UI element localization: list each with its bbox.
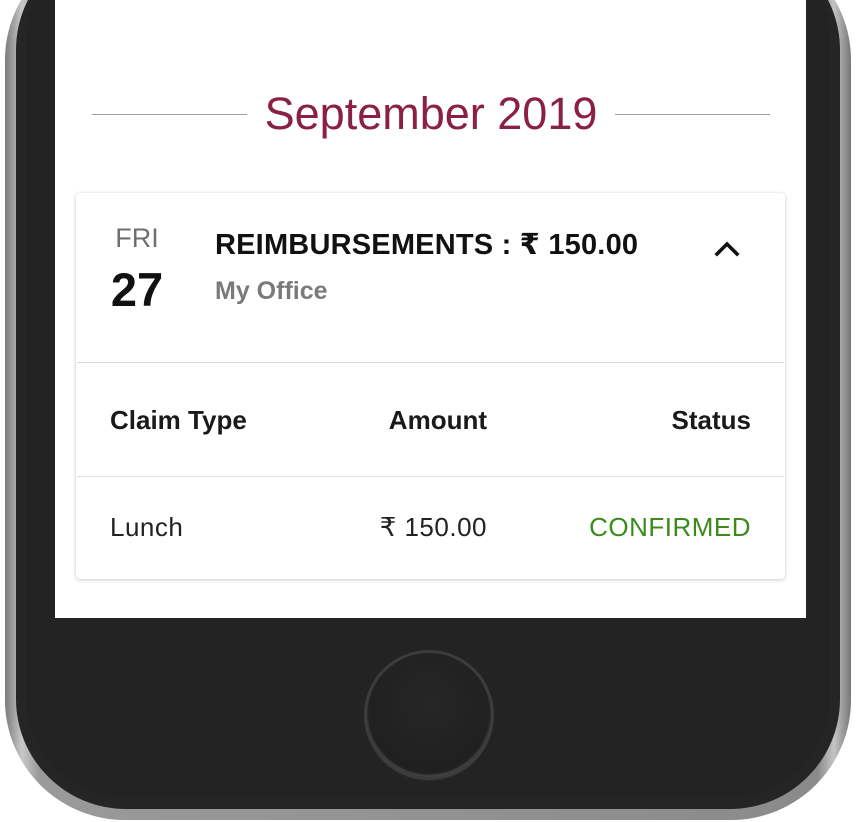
month-divider-right — [615, 113, 771, 115]
date-block: FRI 27 — [102, 223, 172, 316]
home-button[interactable] — [364, 650, 494, 780]
reimbursement-card[interactable]: FRI 27 REIMBURSEMENTS : ₹ 150.00 My Offi… — [76, 193, 785, 579]
card-title: REIMBURSEMENTS : ₹ 150.00 — [215, 229, 639, 261]
day-number: 27 — [110, 263, 164, 316]
column-header-status: Status — [671, 405, 751, 435]
table-row[interactable]: Lunch ₹ 150.00 CONFIRMED — [77, 477, 784, 580]
column-header-claim-type: Claim Type — [110, 405, 247, 435]
month-title: September 2019 — [264, 88, 598, 139]
chevron-up-icon[interactable] — [714, 235, 740, 261]
amount-cell: ₹ 150.00 — [379, 512, 487, 542]
card-location: My Office — [215, 277, 328, 305]
table-header-row: Claim Type Amount Status — [77, 363, 784, 477]
app-screen: September 2019 FRI 27 REIMBURSEMENTS : ₹… — [55, 0, 806, 618]
month-header: September 2019 — [92, 84, 771, 144]
status-cell: CONFIRMED — [589, 512, 751, 542]
column-header-amount: Amount — [388, 405, 487, 435]
day-name: FRI — [115, 223, 159, 253]
claims-table: Claim Type Amount Status Lunch ₹ 150.00 … — [77, 362, 784, 580]
claim-type-cell: Lunch — [110, 512, 184, 542]
month-divider-left — [92, 113, 247, 115]
